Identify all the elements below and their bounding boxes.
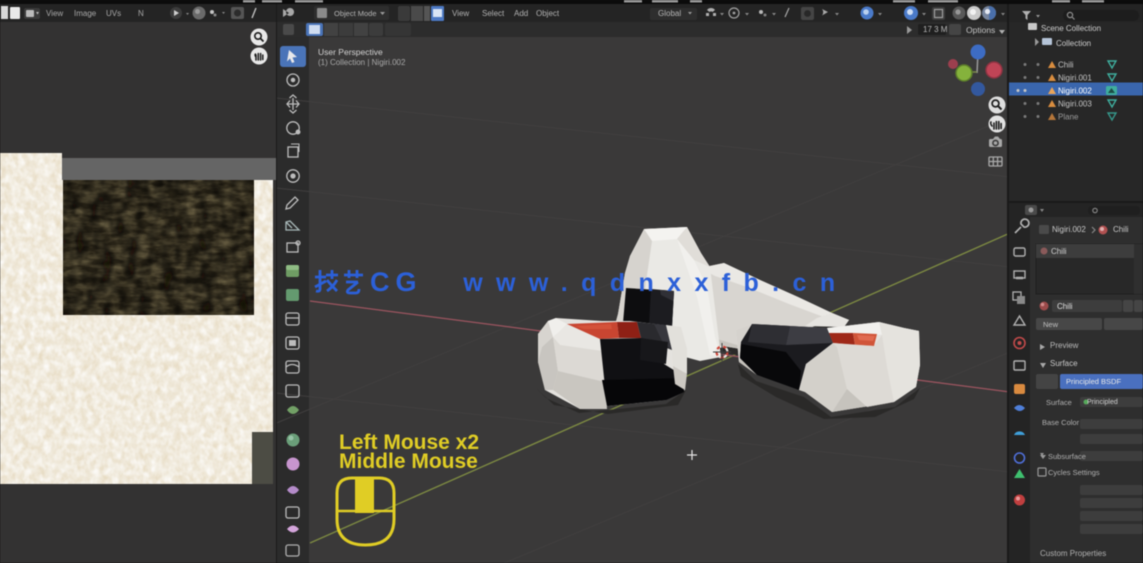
svg-text:Chili: Chili (1058, 61, 1074, 70)
svg-text:Nigiri.001: Nigiri.001 (1058, 74, 1092, 83)
svg-text:Collection: Collection (1056, 39, 1091, 48)
svg-text:Scene Collection: Scene Collection (1041, 24, 1101, 33)
svg-text:Plane: Plane (1058, 113, 1079, 122)
svg-text:Nigiri.002: Nigiri.002 (1058, 87, 1092, 96)
svg-text:Nigiri.003: Nigiri.003 (1058, 100, 1092, 109)
